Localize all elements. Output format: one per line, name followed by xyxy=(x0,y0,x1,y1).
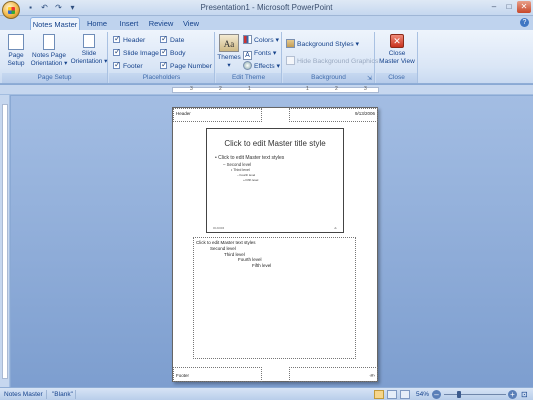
slide-show-view-button[interactable] xyxy=(400,390,410,399)
slide-sorter-view-button[interactable] xyxy=(387,390,397,399)
title-bar: ▪ ↶ ↷ ▾ Presentation1 - Microsoft PowerP… xyxy=(0,0,533,16)
fonts-icon: A xyxy=(243,51,252,60)
page-number-placeholder[interactable]: ‹#› xyxy=(289,367,378,382)
minimize-icon[interactable]: – xyxy=(487,1,501,13)
tab-notes-master[interactable]: Notes Master xyxy=(30,17,80,30)
ribbon: Page Setup Notes Page Orientation ▾ Slid… xyxy=(0,30,533,84)
group-label-page-setup: Page Setup xyxy=(2,73,107,83)
horizontal-ruler: 3 2 1 1 2 3 xyxy=(0,85,533,95)
hide-background-graphics-checkbox[interactable]: Hide Background Graphics xyxy=(286,56,378,67)
vertical-ruler xyxy=(0,95,10,387)
group-label-edit-theme: Edit Theme xyxy=(216,73,281,83)
normal-view-button[interactable] xyxy=(374,390,384,399)
close-icon: ✕ xyxy=(390,34,404,48)
footer-placeholder[interactable]: Footer xyxy=(173,367,262,382)
notes-body-placeholder[interactable]: Click to edit Master text styles Second … xyxy=(193,237,356,359)
ruler-tick: 1 xyxy=(306,86,309,92)
checkbox-checked-icon xyxy=(160,60,168,70)
tab-insert[interactable]: Insert xyxy=(114,17,144,30)
status-theme: "Blank" xyxy=(52,391,73,398)
group-background: Background Styles ▾ Hide Background Grap… xyxy=(283,32,378,83)
zoom-level[interactable]: 54% xyxy=(416,390,429,399)
slide-date: 9/13/2006 xyxy=(213,227,225,230)
header-placeholder[interactable]: Header xyxy=(173,108,262,122)
page-setup-button[interactable]: Page Setup xyxy=(4,34,28,67)
group-label-placeholders: Placeholders xyxy=(109,73,214,83)
slide-number: ‹#› xyxy=(333,227,337,230)
checkbox-checked-icon xyxy=(113,60,121,70)
checkbox-checked-icon xyxy=(113,34,121,44)
background-styles-icon xyxy=(286,39,295,48)
dialog-launcher-icon[interactable]: ⇲ xyxy=(367,75,372,82)
window-controls: – □ ✕ xyxy=(487,1,531,13)
zoom-in-icon[interactable]: + xyxy=(508,390,517,399)
page-setup-icon xyxy=(8,34,24,50)
checkbox-checked-icon xyxy=(160,47,168,57)
help-icon[interactable]: ? xyxy=(520,18,529,27)
date-placeholder[interactable]: 9/13/2006 xyxy=(289,108,378,122)
group-page-setup: Page Setup Notes Page Orientation ▾ Slid… xyxy=(2,32,108,83)
ruler-tick: 2 xyxy=(219,86,222,92)
background-styles-button[interactable]: Background Styles ▾ xyxy=(286,39,359,50)
colors-button[interactable]: Colors ▾ xyxy=(243,35,279,46)
ruler-tick: 2 xyxy=(335,86,338,92)
tab-home[interactable]: Home xyxy=(84,17,110,30)
ruler-tick: 1 xyxy=(248,86,251,92)
orientation-icon xyxy=(43,34,55,50)
notes-page-orientation-button[interactable]: Notes Page Orientation ▾ xyxy=(28,34,70,67)
slide-title: Click to edit Master title style xyxy=(224,139,326,148)
slide-orientation-icon xyxy=(83,34,95,48)
fonts-button[interactable]: A Fonts ▾ xyxy=(243,48,276,60)
ribbon-tabs: Notes Master Home Insert Review View ? xyxy=(0,16,533,30)
effects-icon xyxy=(243,61,252,70)
themes-button[interactable]: Aa Themes ▾ xyxy=(217,34,241,69)
zoom-slider-track[interactable] xyxy=(444,394,506,395)
slide-image-placeholder[interactable]: Click to edit Master title style • Click… xyxy=(206,128,344,233)
window-title: Presentation1 - Microsoft PowerPoint xyxy=(200,3,333,12)
notes-master-page: Header 9/13/2006 Click to edit Master ti… xyxy=(172,107,378,382)
slide-image-checkbox[interactable]: Slide Image xyxy=(113,47,159,59)
checkbox-checked-icon xyxy=(160,34,168,44)
group-close: ✕ Close Master View Close xyxy=(376,32,418,83)
body-checkbox[interactable]: Body xyxy=(160,47,186,59)
ruler-tick: 3 xyxy=(364,86,367,92)
group-placeholders: Header Slide Image Footer Date Body Page… xyxy=(109,32,215,83)
status-view: Notes Master xyxy=(4,391,43,398)
close-master-view-button[interactable]: ✕ Close Master View xyxy=(378,34,416,65)
group-label-close: Close xyxy=(376,73,417,83)
fit-to-window-icon[interactable]: ⊡ xyxy=(521,390,528,399)
tab-review[interactable]: Review xyxy=(147,17,175,30)
checkbox-checked-icon xyxy=(113,47,121,57)
maximize-icon[interactable]: □ xyxy=(502,1,516,13)
slide-body: • Click to edit Master text styles – Sec… xyxy=(215,155,285,182)
close-window-icon[interactable]: ✕ xyxy=(517,1,531,13)
colors-icon xyxy=(243,35,252,44)
group-edit-theme: Aa Themes ▾ Colors ▾ A Fonts ▾ Effects ▾ … xyxy=(216,32,282,83)
status-bar: Notes Master "Blank" 54% – + ⊡ xyxy=(0,387,533,400)
footer-checkbox[interactable]: Footer xyxy=(113,60,143,72)
office-button[interactable] xyxy=(2,1,20,19)
header-checkbox[interactable]: Header xyxy=(113,34,145,46)
date-checkbox[interactable]: Date xyxy=(160,34,184,46)
zoom-slider-thumb[interactable] xyxy=(457,391,462,398)
zoom-out-icon[interactable]: – xyxy=(432,390,441,399)
page-number-checkbox[interactable]: Page Number xyxy=(160,60,212,72)
slide-orientation-button[interactable]: Slide Orientation ▾ xyxy=(70,34,108,65)
group-label-background: Background xyxy=(283,73,374,83)
ruler-tick: 3 xyxy=(190,86,193,92)
checkbox-unchecked-icon xyxy=(286,56,295,65)
tab-view[interactable]: View xyxy=(180,17,202,30)
themes-icon: Aa xyxy=(219,34,239,52)
effects-button[interactable]: Effects ▾ xyxy=(243,61,280,72)
